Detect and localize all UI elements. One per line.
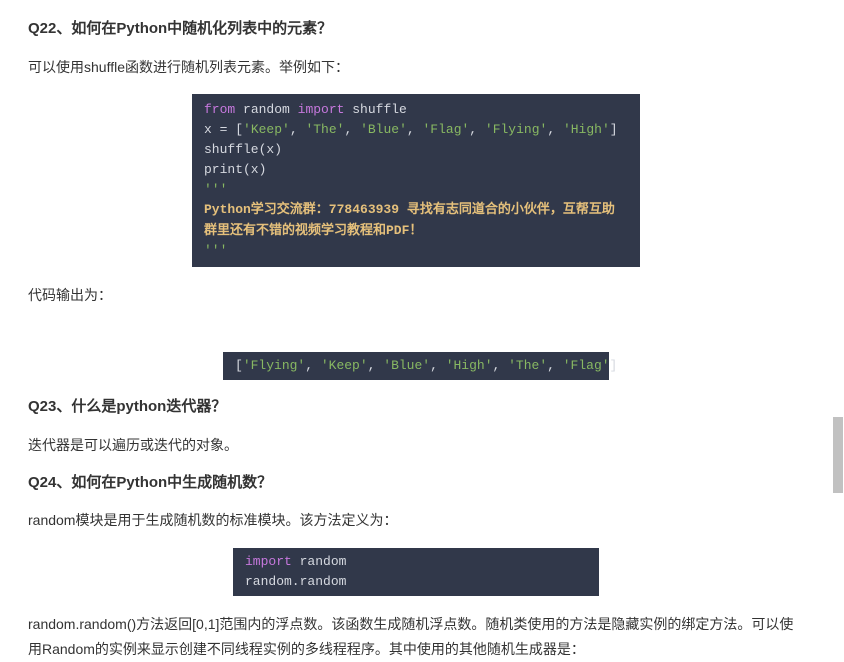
keyword-import: import	[298, 102, 345, 117]
q22-heading: Q22、如何在Python中随机化列表中的元素？	[28, 18, 804, 41]
scrollbar-thumb[interactable]	[833, 417, 843, 493]
q24-heading: Q24、如何在Python中生成随机数？	[28, 472, 804, 495]
q22-code-block: from random import shuffle x = ['Keep', …	[192, 94, 640, 267]
article-content: Q22、如何在Python中随机化列表中的元素？ 可以使用shuffle函数进行…	[0, 0, 832, 662]
q22-output-block: ['Flying', 'Keep', 'Blue', 'High', 'The'…	[223, 352, 609, 380]
q23-body: 迭代器是可以遍历或迭代的对象。	[28, 433, 804, 458]
q24-intro: random模块是用于生成随机数的标准模块。该方法定义为：	[28, 508, 804, 533]
q23-heading: Q23、什么是python迭代器？	[28, 396, 804, 419]
promo-line-2: 群里还有不错的视频学习教程和PDF！	[204, 223, 422, 238]
q24-body: random.random()方法返回[0,1]范围内的浮点数。该函数生成随机浮…	[28, 612, 804, 662]
keyword-from: from	[204, 102, 235, 117]
promo-line-1: Python学习交流群：778463939 寻找有志同道合的小伙伴，互帮互助	[204, 202, 615, 217]
q22-intro: 可以使用shuffle函数进行随机列表元素。举例如下：	[28, 55, 804, 80]
keyword-import: import	[245, 554, 292, 569]
q24-code-block: import random random.random	[233, 548, 599, 596]
scrollbar-track[interactable]	[832, 0, 844, 617]
q22-output-label: 代码输出为：	[28, 283, 804, 308]
